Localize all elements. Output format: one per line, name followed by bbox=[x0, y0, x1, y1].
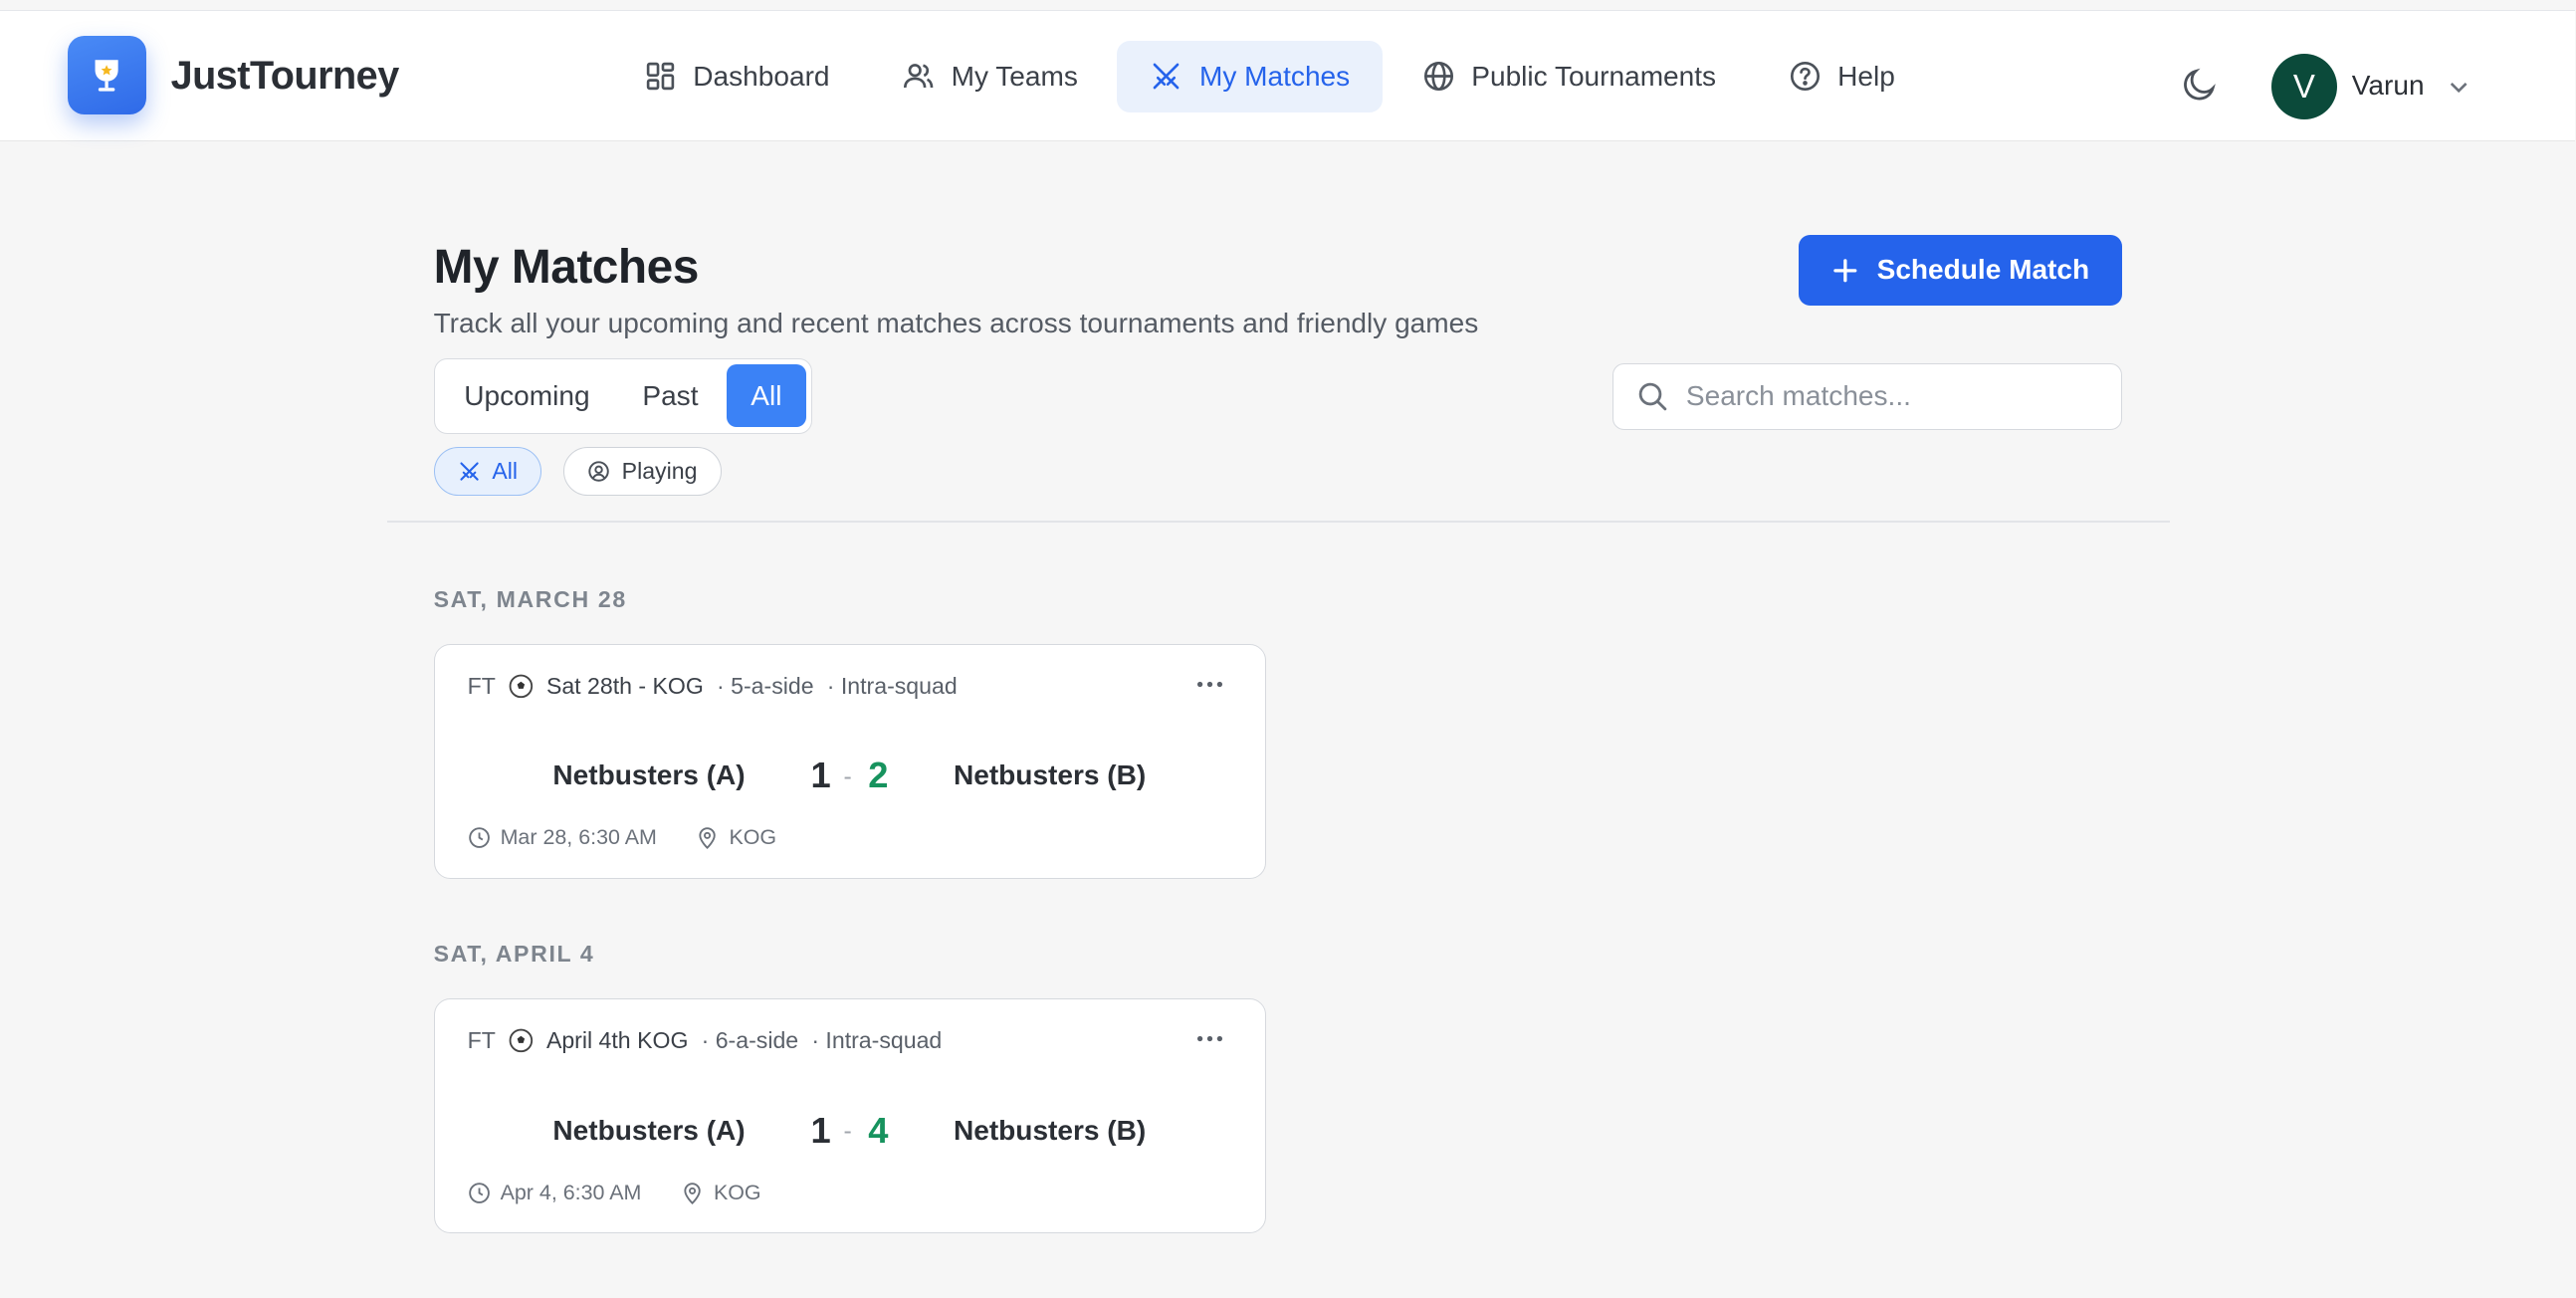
map-pin-icon bbox=[699, 827, 717, 850]
home-score: 1 bbox=[810, 1109, 831, 1151]
match-meta: FT April 4th KOG · 6-a-side · Intra-squa… bbox=[468, 1027, 943, 1054]
plus-icon bbox=[1833, 258, 1857, 282]
user-name[interactable]: Varun bbox=[2352, 70, 2425, 102]
section-divider bbox=[387, 521, 2170, 523]
search-box bbox=[1612, 362, 2122, 431]
nav-item-label: My Matches bbox=[1198, 60, 1351, 92]
home-score: 1 bbox=[810, 755, 831, 796]
clock-icon bbox=[468, 827, 490, 849]
match-type: · Intra-squad bbox=[811, 1027, 943, 1054]
users-icon bbox=[904, 64, 934, 89]
soccer-ball-icon bbox=[509, 674, 534, 699]
time-filter-segmented-control: Upcoming Past All bbox=[433, 357, 813, 434]
chevron-down-icon[interactable] bbox=[2446, 74, 2471, 100]
swords-icon bbox=[460, 462, 479, 481]
date-group-label: SAT, MARCH 28 bbox=[433, 586, 627, 613]
nav-item-my-matches[interactable]: My Matches bbox=[1117, 40, 1384, 113]
moon-icon[interactable] bbox=[2180, 65, 2220, 105]
user-circle-icon bbox=[588, 461, 609, 482]
globe-icon bbox=[1423, 62, 1453, 92]
match-title: Sat 28th - KOG bbox=[545, 672, 704, 699]
swords-icon bbox=[1154, 64, 1180, 90]
more-options-icon[interactable] bbox=[1193, 668, 1226, 701]
chip-playing[interactable]: Playing bbox=[562, 446, 722, 497]
nav-item-public-tournaments[interactable]: Public Tournaments bbox=[1390, 41, 1749, 113]
map-pin-icon bbox=[684, 1182, 701, 1204]
match-status: FT bbox=[467, 672, 496, 699]
match-footer: Apr 4, 6:30 AM KOG bbox=[468, 1181, 761, 1205]
search-icon bbox=[1639, 382, 1667, 411]
more-options-icon[interactable] bbox=[1193, 1022, 1226, 1055]
match-card[interactable]: FT Sat 28th - KOG · 5-a-side · Intra-squ… bbox=[433, 643, 1267, 879]
match-time: Apr 4, 6:30 AM bbox=[500, 1180, 642, 1204]
away-score: 4 bbox=[868, 1109, 889, 1151]
chip-label: Playing bbox=[621, 458, 698, 485]
match-card[interactable]: FT April 4th KOG · 6-a-side · Intra-squa… bbox=[433, 998, 1267, 1234]
nav-item-label: Public Tournaments bbox=[1471, 60, 1717, 92]
nav-item-label: Help bbox=[1837, 60, 1895, 92]
chip-label: All bbox=[492, 458, 518, 485]
nav-item-dashboard[interactable]: Dashboard bbox=[611, 41, 863, 113]
page-title: My Matches bbox=[433, 240, 700, 294]
top-navigation-bar: JustTourney Dashboard My Teams My Matche… bbox=[0, 9, 2576, 141]
away-score: 2 bbox=[868, 755, 889, 796]
main-nav: Dashboard My Teams My Matches Public Tou… bbox=[611, 40, 1928, 113]
nav-item-label: Dashboard bbox=[693, 60, 830, 92]
nav-item-label: My Teams bbox=[951, 60, 1078, 92]
home-team: Netbusters (A) bbox=[552, 1114, 746, 1146]
chip-all[interactable]: All bbox=[433, 446, 542, 497]
segment-upcoming[interactable]: Upcoming bbox=[440, 364, 615, 427]
match-format: · 5-a-side bbox=[717, 672, 814, 699]
segment-past[interactable]: Past bbox=[618, 364, 724, 427]
clock-icon bbox=[468, 1182, 490, 1203]
help-circle-icon bbox=[1790, 62, 1820, 92]
match-footer: Mar 28, 6:30 AM KOG bbox=[468, 825, 777, 850]
home-team: Netbusters (A) bbox=[552, 759, 746, 791]
match-venue: KOG bbox=[729, 825, 777, 850]
away-team: Netbusters (B) bbox=[953, 759, 1147, 791]
match-venue: KOG bbox=[713, 1180, 761, 1204]
page-subtitle: Track all your upcoming and recent match… bbox=[433, 307, 1479, 338]
score-separator: - bbox=[843, 1117, 852, 1145]
match-meta: FT Sat 28th - KOG · 5-a-side · Intra-squ… bbox=[468, 673, 958, 700]
schedule-match-label: Schedule Match bbox=[1876, 254, 2090, 286]
match-title: April 4th KOG bbox=[545, 1027, 689, 1054]
dashboard-icon bbox=[646, 63, 674, 91]
soccer-ball-icon bbox=[509, 1028, 534, 1053]
nav-item-my-teams[interactable]: My Teams bbox=[869, 41, 1111, 113]
schedule-match-button[interactable]: Schedule Match bbox=[1798, 234, 2122, 306]
match-format: · 6-a-side bbox=[701, 1027, 799, 1054]
trophy-logo-icon[interactable] bbox=[67, 35, 146, 114]
match-time: Mar 28, 6:30 AM bbox=[500, 825, 657, 850]
date-group-label: SAT, APRIL 4 bbox=[433, 941, 595, 968]
app-brand-name[interactable]: JustTourney bbox=[171, 54, 400, 99]
search-input[interactable] bbox=[1685, 380, 2080, 413]
user-avatar[interactable]: V bbox=[2270, 53, 2337, 119]
nav-item-help[interactable]: Help bbox=[1756, 41, 1928, 113]
away-team: Netbusters (B) bbox=[953, 1114, 1147, 1146]
match-status: FT bbox=[467, 1027, 496, 1054]
score-separator: - bbox=[843, 762, 852, 790]
segment-all[interactable]: All bbox=[726, 364, 807, 427]
match-type: · Intra-squad bbox=[826, 672, 958, 699]
